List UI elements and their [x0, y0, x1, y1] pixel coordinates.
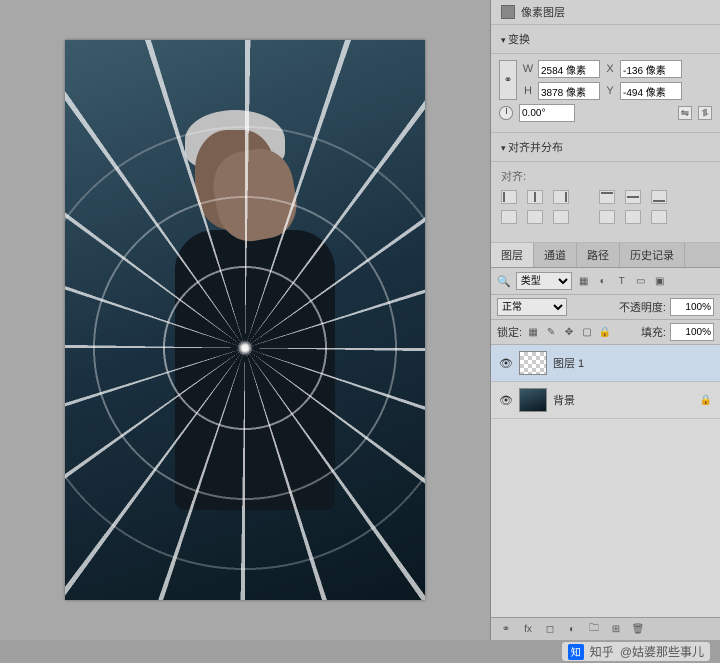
layers-footer-toolbar: ⚭ fx ◻ ◐ 🗀 ⊞ 🗑	[491, 617, 720, 640]
transform-section-header[interactable]: 变换	[491, 25, 720, 54]
lock-fill-row: 锁定: ▦ ✎ ✥ ▢ 🔒 填充:	[491, 320, 720, 345]
filter-kind-select[interactable]: 类型	[516, 272, 572, 290]
distribute-v1-icon[interactable]	[599, 210, 615, 224]
align-section: 对齐:	[491, 162, 720, 243]
bottom-panel-tabs: 图层 通道 路径 历史记录	[491, 243, 720, 268]
y-label: Y	[603, 85, 617, 97]
filter-shape-icon[interactable]: ▭	[634, 274, 648, 288]
filter-smart-icon[interactable]: ▣	[653, 274, 667, 288]
side-panels: 像素图层 变换 ⚭ W X H Y	[490, 0, 720, 640]
pixel-layer-icon	[501, 5, 515, 19]
group-icon[interactable]: 🗀	[587, 622, 601, 636]
filter-pixel-icon[interactable]: ▦	[577, 274, 591, 288]
fill-label: 填充:	[641, 324, 666, 340]
opacity-input[interactable]	[670, 298, 714, 316]
layer-list[interactable]: 👁 图层 1 👁 背景 🔒	[491, 345, 720, 617]
tab-layers[interactable]: 图层	[491, 243, 534, 267]
lock-position-icon[interactable]: ✥	[562, 325, 576, 339]
x-input[interactable]	[620, 60, 682, 78]
pixel-layer-label: 像素图层	[521, 4, 565, 20]
rotation-icon	[499, 106, 513, 120]
align-hcenter-icon[interactable]	[527, 190, 543, 204]
flip-horizontal-icon[interactable]: ⇋	[678, 106, 692, 120]
document-canvas[interactable]	[65, 40, 425, 600]
align-vcenter-icon[interactable]	[625, 190, 641, 204]
lock-transparent-icon[interactable]: ▦	[526, 325, 540, 339]
blend-opacity-row: 正常 不透明度:	[491, 295, 720, 320]
height-label: H	[521, 85, 535, 97]
align-label: 对齐:	[501, 168, 710, 184]
canvas-area[interactable]	[0, 0, 490, 640]
y-input[interactable]	[620, 82, 682, 100]
distribute-h1-icon[interactable]	[501, 210, 517, 224]
distribute-h2-icon[interactable]	[527, 210, 543, 224]
distribute-v3-icon[interactable]	[651, 210, 667, 224]
transform-section: ⚭ W X H Y	[491, 54, 720, 133]
distribute-v2-icon[interactable]	[625, 210, 641, 224]
layer-mask-icon[interactable]: ◻	[543, 622, 557, 636]
visibility-toggle-icon[interactable]: 👁	[499, 394, 513, 407]
width-label: W	[521, 63, 535, 75]
blend-mode-select[interactable]: 正常	[497, 298, 567, 316]
layer-thumbnail[interactable]	[519, 351, 547, 375]
watermark-author: @姑婆那些事儿	[620, 643, 704, 660]
glass-crack-overlay	[65, 40, 425, 600]
layer-name[interactable]: 图层 1	[553, 355, 584, 371]
tab-paths[interactable]: 路径	[577, 243, 620, 267]
width-input[interactable]	[538, 60, 600, 78]
link-layers-icon[interactable]: ⚭	[499, 622, 513, 636]
align-bottom-icon[interactable]	[651, 190, 667, 204]
layer-style-icon[interactable]: fx	[521, 622, 535, 636]
distribute-h3-icon[interactable]	[553, 210, 569, 224]
layer-name[interactable]: 背景	[553, 392, 575, 408]
opacity-label: 不透明度:	[619, 299, 666, 315]
adjustment-layer-icon[interactable]: ◐	[565, 622, 579, 636]
lock-label: 锁定:	[497, 324, 522, 340]
lock-artboard-icon[interactable]: ▢	[580, 325, 594, 339]
height-input[interactable]	[538, 82, 600, 100]
rotation-input[interactable]	[519, 104, 575, 122]
flip-vertical-icon[interactable]: ⥮	[698, 106, 712, 120]
lock-paint-icon[interactable]: ✎	[544, 325, 558, 339]
filter-adjust-icon[interactable]: ◐	[596, 274, 610, 288]
tab-channels[interactable]: 通道	[534, 243, 577, 267]
properties-panel-header[interactable]: 像素图层	[491, 0, 720, 25]
lock-all-icon[interactable]: 🔒	[598, 325, 612, 339]
search-icon[interactable]: 🔍	[497, 275, 511, 288]
filter-type-icon[interactable]: T	[615, 274, 629, 288]
lock-icon: 🔒	[700, 395, 712, 406]
layer-row[interactable]: 👁 背景 🔒	[491, 382, 720, 419]
visibility-toggle-icon[interactable]: 👁	[499, 357, 513, 370]
align-section-header[interactable]: 对齐并分布	[491, 133, 720, 162]
watermark-source: 知乎	[590, 643, 614, 660]
align-left-icon[interactable]	[501, 190, 517, 204]
delete-layer-icon[interactable]: 🗑	[631, 622, 645, 636]
zhihu-logo-icon: 知	[568, 644, 584, 660]
layer-filter-toolbar: 🔍 类型 ▦ ◐ T ▭ ▣	[491, 268, 720, 295]
tab-history[interactable]: 历史记录	[620, 243, 685, 267]
new-layer-icon[interactable]: ⊞	[609, 622, 623, 636]
watermark: 知 知乎 @姑婆那些事儿	[562, 642, 710, 661]
x-label: X	[603, 63, 617, 75]
layer-thumbnail[interactable]	[519, 388, 547, 412]
layer-row[interactable]: 👁 图层 1	[491, 345, 720, 382]
align-right-icon[interactable]	[553, 190, 569, 204]
fill-input[interactable]	[670, 323, 714, 341]
align-top-icon[interactable]	[599, 190, 615, 204]
link-wh-icon[interactable]: ⚭	[499, 60, 517, 100]
